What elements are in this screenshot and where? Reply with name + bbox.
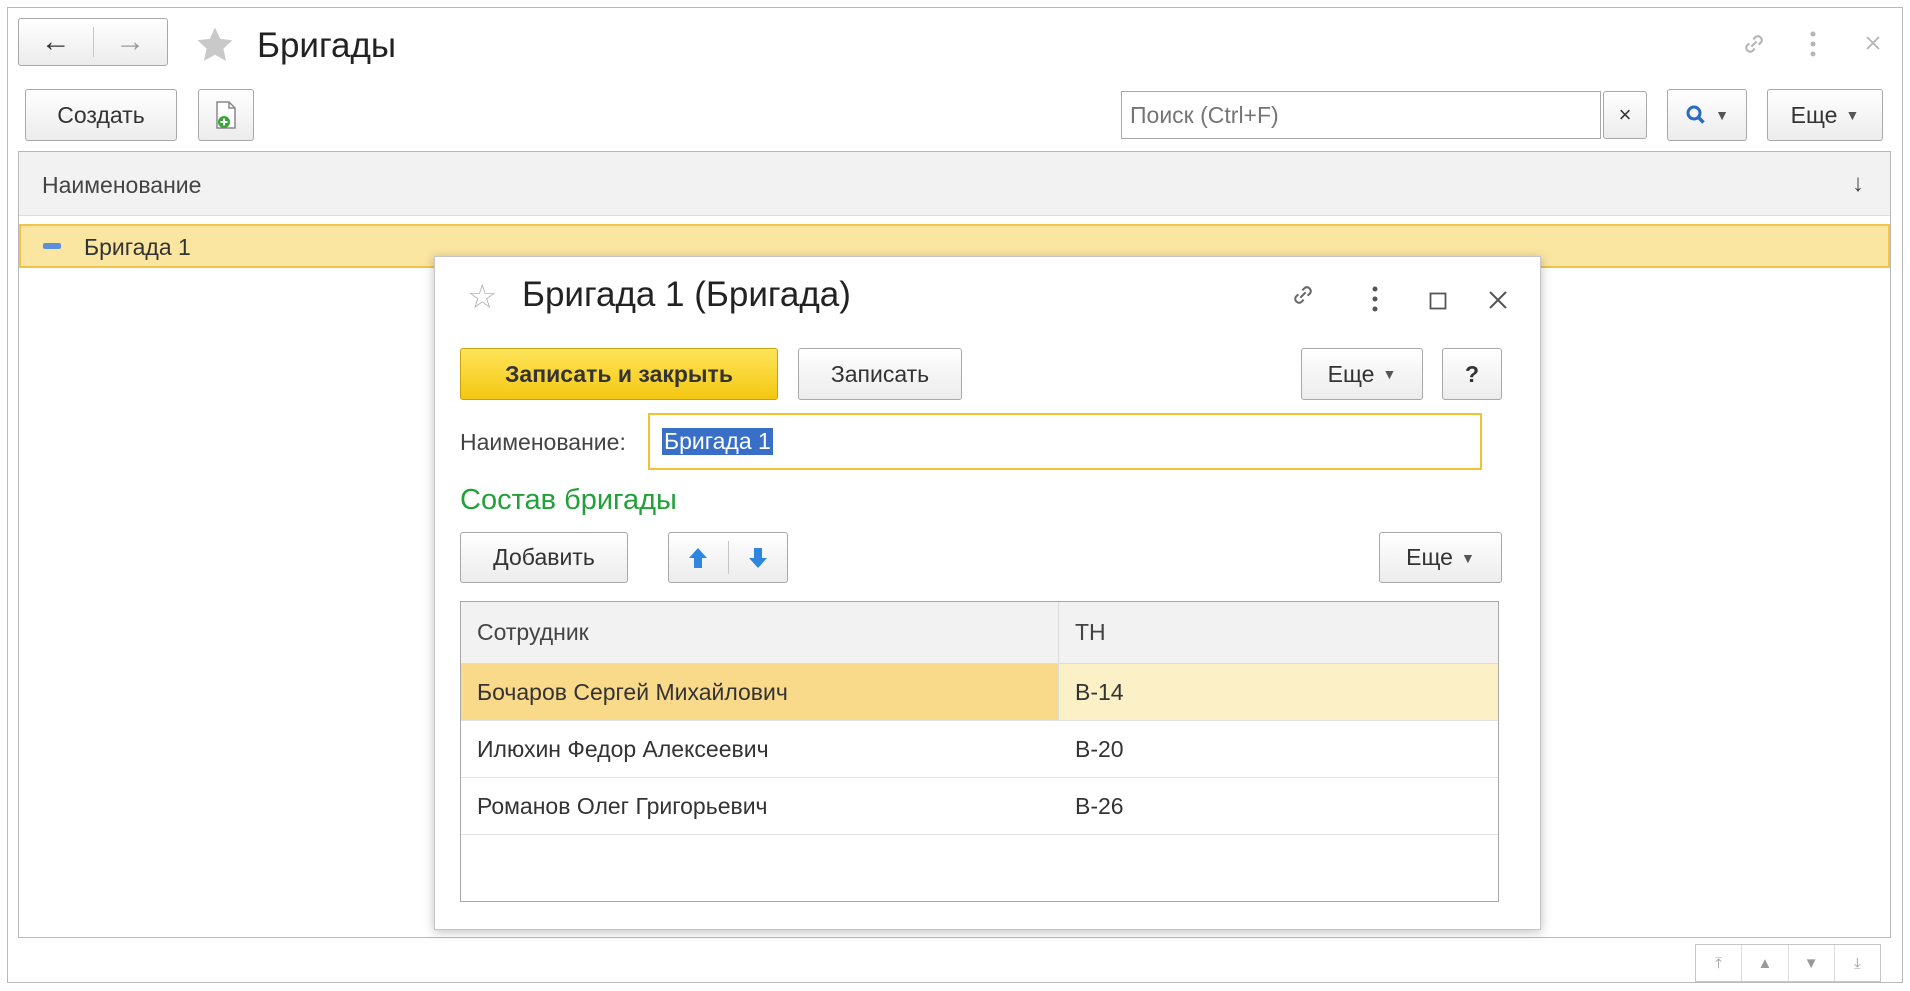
members-table: Сотрудник ТН Бочаров Сергей Михайлович В… (460, 601, 1499, 902)
add-document-icon (216, 101, 236, 129)
more-button-label: Еще (1790, 101, 1838, 128)
create-button[interactable]: Создать (25, 89, 177, 141)
save-and-close-button[interactable]: Записать и закрыть (460, 348, 778, 400)
page-title: Бригады (257, 26, 397, 65)
name-label: Наименование: (460, 429, 626, 455)
employee-cell: Романов Олег Григорьевич (477, 792, 768, 819)
column-header-tn[interactable]: ТН (1059, 602, 1498, 663)
first-page-icon[interactable]: ⤒ (1696, 945, 1743, 981)
item-dialog: ☆ Бригада 1 (Бригада) Записать и закрыть… (434, 256, 1541, 930)
search-icon (1686, 105, 1705, 124)
link-icon[interactable] (1738, 28, 1770, 65)
chevron-down-icon: ▼ (1382, 366, 1397, 382)
column-header-name[interactable]: Наименование (42, 172, 201, 199)
chevron-down-icon: ▼ (1715, 107, 1729, 123)
forward-button[interactable]: → (94, 19, 168, 65)
more-vertical-icon[interactable] (1370, 285, 1380, 318)
search-options-button[interactable]: ▼ (1667, 89, 1747, 141)
table-header: Сотрудник ТН (461, 602, 1498, 664)
table-more-label: Еще (1406, 544, 1453, 570)
add-button[interactable]: Добавить (460, 532, 628, 583)
tn-cell: В-14 (1059, 664, 1498, 720)
save-button[interactable]: Записать (798, 348, 962, 400)
employee-cell: Бочаров Сергей Михайлович (461, 664, 1059, 720)
name-input[interactable]: Бригада 1 (648, 413, 1482, 470)
prev-page-icon[interactable]: ▲ (1742, 945, 1789, 981)
chevron-down-icon: ▼ (1460, 549, 1475, 566)
table-row[interactable]: Бочаров Сергей Михайлович В-14 (461, 664, 1498, 721)
column-header-employee[interactable]: Сотрудник (461, 602, 1059, 663)
move-down-button[interactable] (729, 533, 788, 582)
last-page-icon[interactable]: ⤓ (1835, 945, 1880, 981)
tn-cell: В-26 (1075, 792, 1124, 819)
help-button[interactable]: ? (1442, 348, 1502, 400)
dialog-more-button[interactable]: Еще ▼ (1301, 348, 1423, 400)
arrow-up-icon (689, 547, 708, 568)
back-button[interactable]: ← (19, 19, 93, 65)
close-icon[interactable] (1488, 290, 1508, 315)
favorite-star-icon[interactable] (193, 24, 237, 71)
move-up-button[interactable] (669, 533, 728, 582)
employee-cell: Илюхин Федор Алексеевич (477, 735, 769, 762)
create-group-button[interactable] (198, 89, 254, 141)
move-buttons (668, 532, 788, 583)
more-vertical-icon[interactable] (1808, 30, 1818, 63)
sort-icon[interactable]: ↓ (1852, 170, 1864, 198)
nav-group: ← → (18, 18, 168, 66)
list-header: Наименование ↓ (19, 152, 1890, 216)
search-clear-button[interactable]: × (1603, 91, 1647, 139)
search-input[interactable] (1121, 91, 1601, 139)
tn-cell: В-20 (1075, 735, 1124, 762)
table-more-button[interactable]: Еще ▼ (1379, 532, 1502, 583)
next-page-icon[interactable]: ▼ (1789, 945, 1835, 981)
close-icon[interactable] (1865, 35, 1881, 56)
dialog-more-label: Еще (1327, 360, 1375, 387)
chevron-down-icon: ▼ (1845, 107, 1860, 123)
link-icon[interactable] (1287, 279, 1319, 316)
table-row[interactable]: Романов Олег Григорьевич В-26 (461, 778, 1498, 835)
list-item-label: Бригада 1 (84, 234, 191, 260)
table-row[interactable]: Илюхин Федор Алексеевич В-20 (461, 721, 1498, 778)
dialog-title: Бригада 1 (Бригада) (522, 275, 851, 314)
pager: ⤒ ▲ ▼ ⤓ (1695, 944, 1881, 982)
more-button[interactable]: Еще ▼ (1767, 89, 1883, 141)
group-collapse-icon (43, 243, 61, 249)
favorite-star-icon[interactable]: ☆ (467, 277, 497, 317)
arrow-down-icon (748, 547, 767, 568)
section-title: Состав бригады (460, 484, 677, 516)
maximize-icon[interactable] (1429, 292, 1447, 315)
name-input-value: Бригада 1 (662, 428, 773, 455)
